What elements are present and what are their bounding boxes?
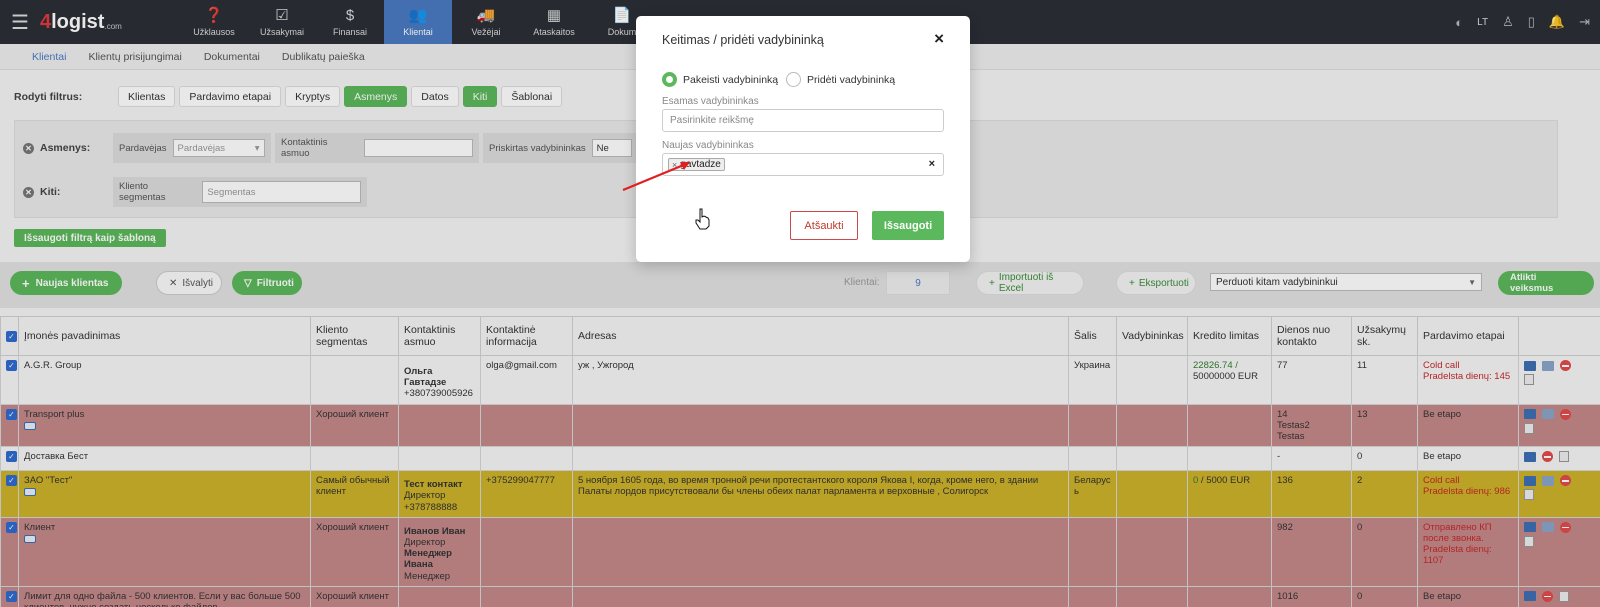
hand-cursor-icon	[695, 208, 710, 230]
annotation-arrow	[622, 162, 690, 192]
